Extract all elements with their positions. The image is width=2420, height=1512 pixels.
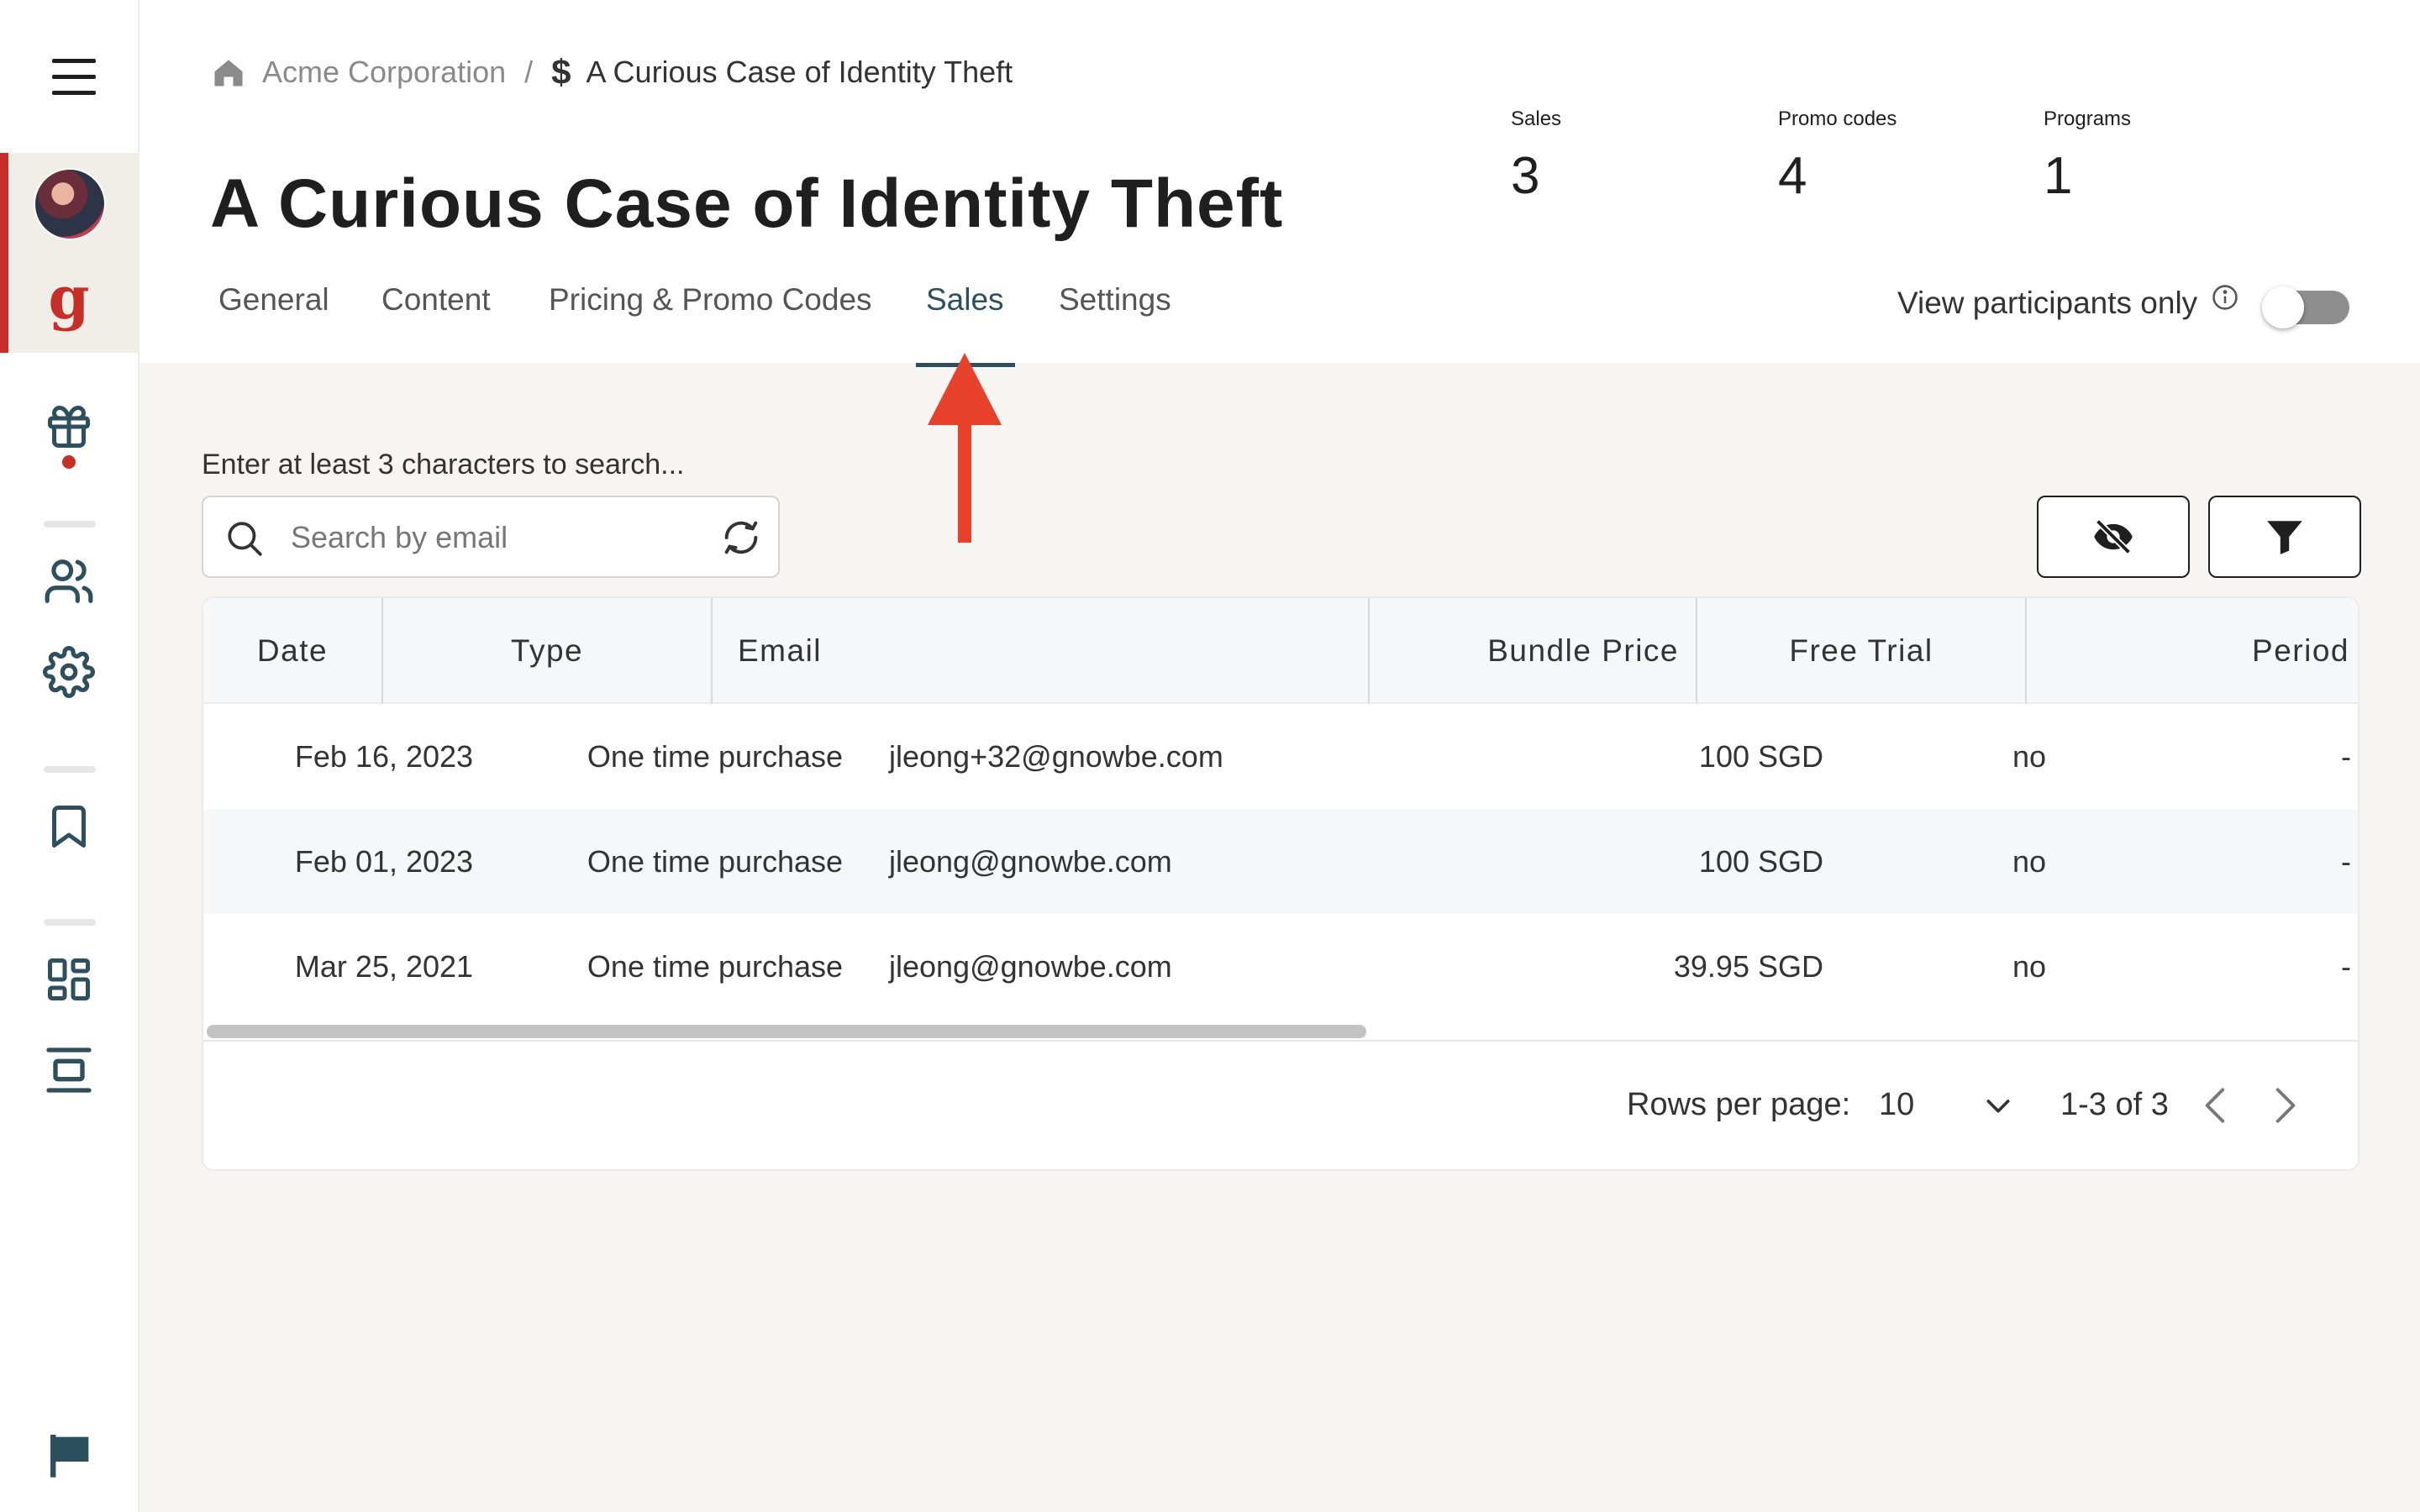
cell-period: - xyxy=(2341,739,2351,774)
layout-icon[interactable] xyxy=(40,1042,97,1099)
search-hint: Enter at least 3 characters to search... xyxy=(202,449,685,480)
breadcrumb-current: A Curious Case of Identity Theft xyxy=(586,55,1013,89)
column-header-date[interactable]: Date xyxy=(203,598,381,704)
sidebar-active-indicator xyxy=(0,153,8,353)
participants-toggle[interactable] xyxy=(2262,286,2349,328)
tab-general[interactable]: General xyxy=(218,282,329,318)
gift-icon[interactable] xyxy=(40,398,97,455)
cell-free-trial: no xyxy=(2012,739,2047,774)
view-participants-only: View participants only xyxy=(1897,283,2239,321)
table-row[interactable]: Feb 01, 2023 One time purchase jleong@gn… xyxy=(203,809,2358,914)
cell-date: Mar 25, 2021 xyxy=(294,949,474,984)
filter-button[interactable] xyxy=(2208,496,2361,578)
bookmark-icon[interactable] xyxy=(40,798,97,855)
column-divider[interactable] xyxy=(711,598,713,704)
breadcrumb-org[interactable]: Acme Corporation xyxy=(262,55,506,90)
dashboard-icon[interactable] xyxy=(40,951,97,1008)
column-header-type[interactable]: Type xyxy=(383,598,711,704)
sidebar: g xyxy=(0,0,139,1512)
search-icon xyxy=(228,522,262,556)
hide-columns-button[interactable] xyxy=(2037,496,2190,578)
menu-icon[interactable] xyxy=(52,59,96,96)
cell-period: - xyxy=(2341,949,2351,984)
column-header-bundle-price[interactable]: Bundle Price xyxy=(1370,598,1681,704)
search-input[interactable] xyxy=(291,514,677,561)
cell-bundle-price: 39.95 SGD xyxy=(1673,949,1823,984)
chevron-down-icon[interactable] xyxy=(1981,1089,2015,1122)
table-header: Date Type Email Bundle Price Free Trial … xyxy=(203,598,2358,704)
column-header-free-trial[interactable]: Free Trial xyxy=(1697,598,2025,704)
pagination: Rows per page: 10 1-3 of 3 xyxy=(203,1043,2358,1169)
cell-bundle-price: 100 SGD xyxy=(1698,739,1823,774)
stat-value: 3 xyxy=(1511,147,1540,205)
cell-email: jleong+32@gnowbe.com xyxy=(889,739,1223,774)
refresh-icon[interactable] xyxy=(719,516,763,559)
cell-type: One time purchase xyxy=(587,844,844,879)
cell-free-trial: no xyxy=(2012,844,2047,879)
cell-type: One time purchase xyxy=(587,739,844,774)
sidebar-divider xyxy=(44,919,96,926)
stat-value: 1 xyxy=(2044,147,2073,205)
gear-icon[interactable] xyxy=(40,643,97,701)
rows-per-page-select[interactable]: 10 xyxy=(1879,1087,1914,1123)
breadcrumb: Acme Corporation / $ A Curious Case of I… xyxy=(210,52,1013,92)
breadcrumb-separator: / xyxy=(524,55,534,89)
page-range: 1-3 of 3 xyxy=(2060,1087,2169,1122)
stat-label: Programs xyxy=(2044,108,2132,130)
participants-toggle-label: View participants only xyxy=(1897,286,2198,320)
column-header-period[interactable]: Period xyxy=(2027,598,2349,704)
tab-settings[interactable]: Settings xyxy=(1059,282,1171,318)
cell-free-trial: no xyxy=(2012,949,2047,984)
stat-programs: Programs 1 xyxy=(2044,108,2131,206)
rows-per-page-label: Rows per page: xyxy=(1627,1087,1851,1122)
tab-content[interactable]: Content xyxy=(381,282,491,318)
sidebar-divider xyxy=(44,521,96,528)
next-page-icon[interactable] xyxy=(2264,1082,2306,1129)
stat-label: Sales xyxy=(1511,108,1562,130)
search-box xyxy=(202,496,780,578)
annotation-arrow-icon xyxy=(928,353,1002,543)
column-header-email[interactable]: Email xyxy=(738,598,822,704)
eye-off-icon xyxy=(2094,518,2133,555)
info-icon[interactable] xyxy=(2211,283,2239,312)
stat-value: 4 xyxy=(1778,147,1807,205)
cell-type: One time purchase xyxy=(587,949,844,984)
avatar[interactable] xyxy=(34,168,106,240)
stat-label: Promo codes xyxy=(1778,108,1897,130)
filter-icon xyxy=(2267,521,2302,554)
cell-bundle-price: 100 SGD xyxy=(1698,844,1823,879)
sales-table: Date Type Email Bundle Price Free Trial … xyxy=(202,596,2360,1171)
cell-email: jleong@gnowbe.com xyxy=(889,844,1172,879)
tab-pricing-promo-codes[interactable]: Pricing & Promo Codes xyxy=(549,282,872,318)
toggle-knob xyxy=(2262,286,2304,328)
cell-email: jleong@gnowbe.com xyxy=(889,949,1172,984)
page-title: A Curious Case of Identity Theft xyxy=(210,165,1284,242)
stat-promo-codes: Promo codes 4 xyxy=(1778,108,1897,206)
tab-sales[interactable]: Sales xyxy=(926,282,1004,318)
stat-sales: Sales 3 xyxy=(1511,108,1561,206)
gnowbe-logo-icon[interactable]: g xyxy=(44,269,94,336)
notification-dot xyxy=(62,455,76,469)
cell-date: Feb 01, 2023 xyxy=(294,844,474,879)
sidebar-divider xyxy=(44,766,96,773)
table-row[interactable]: Feb 16, 2023 One time purchase jleong+32… xyxy=(203,704,2358,809)
cell-date: Feb 16, 2023 xyxy=(294,739,474,774)
previous-page-icon[interactable] xyxy=(2195,1082,2237,1129)
table-row[interactable]: Mar 25, 2021 One time purchase jleong@gn… xyxy=(203,914,2358,1019)
horizontal-scrollbar-thumb[interactable] xyxy=(207,1025,1366,1038)
dollar-icon: $ xyxy=(551,52,571,92)
flag-icon[interactable] xyxy=(44,1428,97,1482)
cell-period: - xyxy=(2341,844,2351,879)
users-icon[interactable] xyxy=(40,553,97,610)
home-icon[interactable] xyxy=(210,54,247,91)
